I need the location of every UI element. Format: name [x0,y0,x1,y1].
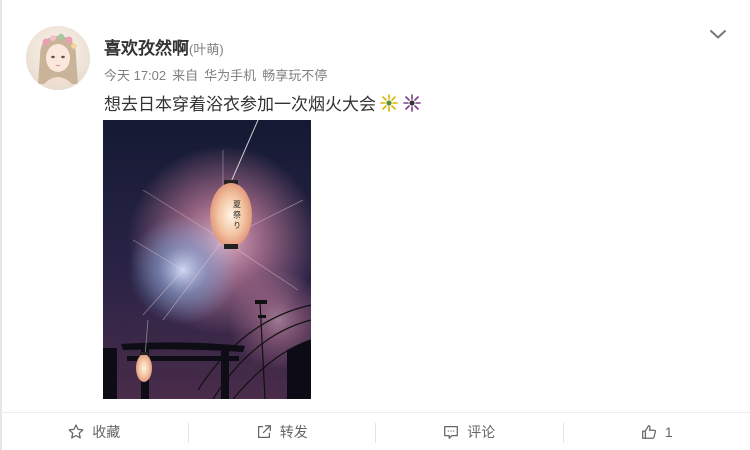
chevron-down-icon[interactable] [708,24,728,44]
thumbs-up-icon [641,425,656,439]
firework-yellow-icon [379,93,399,113]
source-slogan: 畅享玩不停 [262,68,328,83]
fireworks-lantern-image: 夏 祭 り [103,120,311,399]
firework-purple-icon [402,93,422,113]
star-icon [68,424,84,439]
source-prefix: 来自 [172,68,199,83]
user-name[interactable]: 喜欢孜然啊 [104,39,189,58]
favorite-label: 收藏 [92,424,121,440]
avatar[interactable] [26,26,90,90]
avatar-illustration [26,26,90,90]
comment-icon [444,425,459,439]
post-text: 想去日本穿着浴衣参加一次烟火大会 [104,90,422,115]
weibo-post-card: 喜欢孜然啊(叶萌) 今天 17:02 来自 华为手机 畅享玩不停 想去日本穿着浴衣参加… [0,0,750,450]
post-meta: 今天 17:02 来自 华为手机 畅享玩不停 [104,65,333,84]
comment-label: 评论 [467,424,496,440]
favorite-button[interactable]: 收藏 [0,413,188,450]
comment-button[interactable]: 评论 [375,413,563,450]
like-button[interactable]: 1 [562,413,750,450]
like-count: 1 [664,424,673,440]
source-device[interactable]: 华为手机 [204,68,256,83]
repost-button[interactable]: 转发 [187,413,376,450]
post-photo[interactable]: 夏 祭 り [103,120,311,399]
user-line: 喜欢孜然啊(叶萌) [104,34,224,59]
repost-label: 转发 [279,424,308,440]
post-text-content: 想去日本穿着浴衣参加一次烟火大会 [104,95,376,114]
share-icon [257,425,271,439]
divider [0,0,2,450]
user-remark: (叶萌) [189,42,224,57]
action-bar: 收藏 转发 评论 1 [0,412,750,450]
lantern-text: 夏 祭 り [233,200,242,229]
post-time[interactable]: 今天 17:02 [104,68,166,83]
